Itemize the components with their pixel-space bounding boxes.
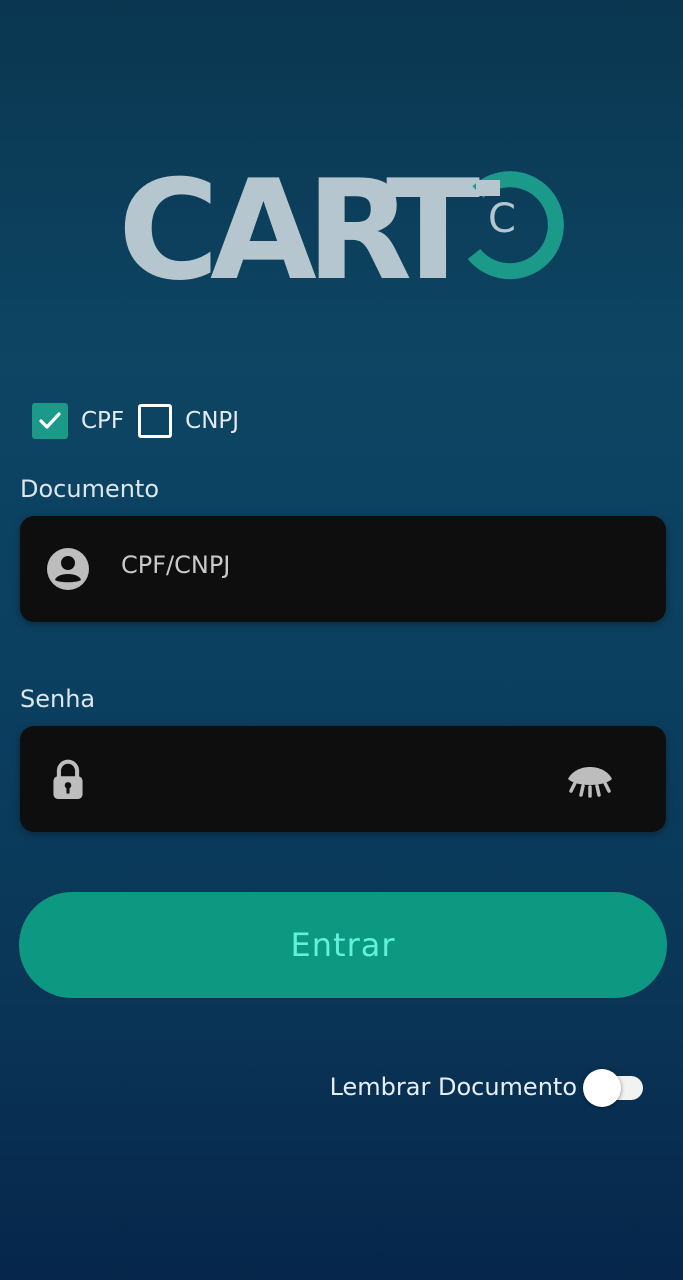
lock-icon	[53, 759, 83, 799]
app-logo: C A R T C	[118, 150, 578, 290]
remember-document-toggle[interactable]	[583, 1068, 645, 1107]
cnpj-label: CNPJ	[185, 408, 240, 434]
remember-document: Lembrar Documento	[329, 1068, 645, 1107]
logo-letter-c: C	[118, 150, 219, 290]
cnpj-checkbox[interactable]	[138, 404, 173, 438]
toggle-knob	[583, 1069, 621, 1107]
logo-letter-t: T	[386, 150, 480, 290]
senha-field[interactable]	[20, 726, 666, 832]
logo-emblem-letter: C	[488, 196, 516, 242]
entrar-button[interactable]: Entrar	[19, 892, 667, 998]
documento-placeholder: CPF/CNPJ	[121, 551, 231, 579]
document-type-selector: CPF CNPJ	[32, 402, 253, 440]
checkmark-icon	[39, 412, 61, 429]
account-circle-icon	[47, 548, 89, 590]
cpf-label: CPF	[81, 408, 125, 434]
logo-emblem: C	[467, 171, 564, 280]
logo-letter-a: A	[210, 150, 317, 290]
entrar-button-label: Entrar	[290, 926, 396, 964]
eye-closed-icon[interactable]	[564, 759, 616, 799]
documento-label: Documento	[20, 475, 160, 503]
senha-label: Senha	[20, 685, 96, 713]
documento-field[interactable]: CPF/CNPJ	[20, 516, 666, 622]
remember-document-label: Lembrar Documento	[329, 1073, 577, 1101]
cpf-checkbox[interactable]	[32, 403, 68, 439]
